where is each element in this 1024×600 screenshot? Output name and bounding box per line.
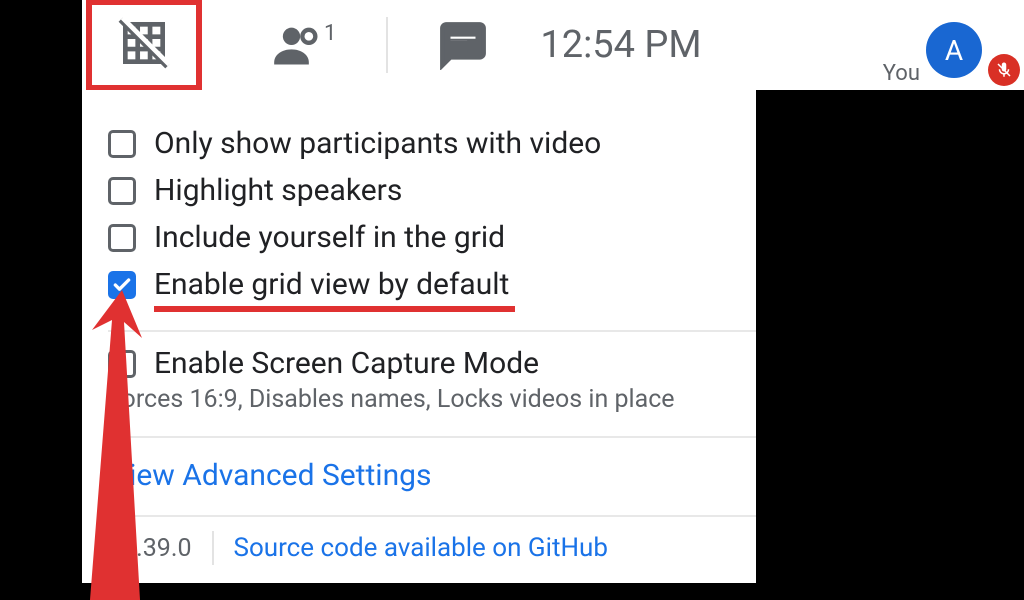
- self-tile: You A: [883, 22, 1024, 90]
- option-label: Highlight speakers: [154, 173, 402, 208]
- avatar: A: [926, 22, 982, 78]
- option-label: Enable grid view by default: [154, 267, 509, 302]
- option-only-video[interactable]: Only show participants with video: [82, 120, 756, 167]
- grid-view-highlight-box: [86, 0, 202, 91]
- checkbox-include-self[interactable]: [108, 224, 136, 252]
- advanced-settings-link[interactable]: View Advanced Settings: [110, 458, 432, 493]
- option-highlight-speakers[interactable]: Highlight speakers: [82, 167, 756, 214]
- source-code-link[interactable]: Source code available on GitHub: [234, 533, 608, 563]
- option-enable-default[interactable]: Enable grid view by default: [82, 261, 756, 308]
- version-label: v1.39.0: [110, 534, 192, 563]
- annotation-underline: [154, 306, 515, 312]
- mic-muted-icon: [988, 54, 1020, 86]
- footer-divider: [212, 531, 214, 565]
- checkbox-only-video[interactable]: [108, 130, 136, 158]
- option-include-self[interactable]: Include yourself in the grid: [82, 214, 756, 261]
- clock-time: 12:54 PM: [540, 23, 701, 67]
- participant-count: 1: [324, 21, 336, 46]
- option-screen-capture[interactable]: Enable Screen Capture Mode: [82, 346, 756, 381]
- settings-panel: Only show participants with video Highli…: [82, 90, 756, 583]
- chat-button[interactable]: [438, 20, 488, 70]
- checkbox-enable-default[interactable]: [108, 271, 136, 299]
- option-label: Only show participants with video: [154, 126, 601, 161]
- screen-capture-subtext: Forces 16:9, Disables names, Locks video…: [82, 385, 756, 414]
- divider: [108, 515, 756, 517]
- checkbox-highlight[interactable]: [108, 177, 136, 205]
- option-label: Enable Screen Capture Mode: [154, 346, 539, 381]
- option-label: Include yourself in the grid: [154, 220, 505, 255]
- checkbox-screen-capture[interactable]: [108, 350, 136, 378]
- topbar: 1 12:54 PM You A: [82, 0, 1024, 90]
- divider: [108, 330, 756, 332]
- footer: v1.39.0 Source code available on GitHub: [82, 531, 756, 583]
- you-label: You: [883, 61, 920, 86]
- divider: [108, 436, 756, 438]
- toolbar-divider: [386, 17, 388, 73]
- grid-off-icon[interactable]: [116, 15, 172, 75]
- participants-button[interactable]: 1: [272, 19, 336, 71]
